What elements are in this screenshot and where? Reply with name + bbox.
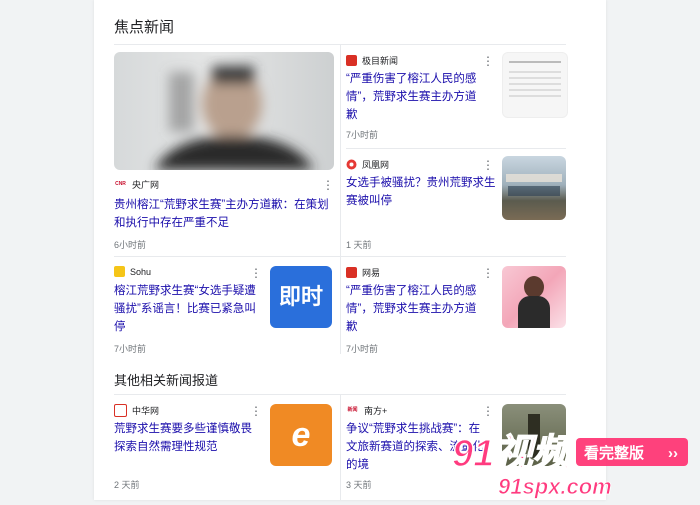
watermark-logo: 91视频 看完整版 ›› 91spx.com	[451, 432, 688, 499]
source-name: 极目新闻	[362, 56, 399, 66]
news-source: 网易	[346, 266, 380, 279]
more-options-icon[interactable]: ⋮	[482, 404, 494, 418]
news-headline[interactable]: “严重伤害了榕江人民的感情”，荒野求生赛主办方道歉	[346, 70, 486, 124]
divider	[346, 148, 566, 149]
news-card[interactable]: CNR 央广网 ⋮ 贵州榕江“荒野求生赛”主办方道歉：在策划和执行中存在严重不足…	[114, 52, 334, 252]
news-card[interactable]: Sohu ⋮ 榕江荒野求生赛“女选手疑遭骚扰”系谣言！比赛已紧急叫停 7小时前 …	[114, 264, 334, 356]
news-source: 中华网	[114, 404, 159, 417]
news-source: 极目新闻	[346, 54, 398, 67]
news-source: 凤凰网	[346, 158, 389, 171]
netease-logo	[346, 267, 357, 278]
news-headline[interactable]: “严重伤害了榕江人民的感情”，荒野求生赛主办方道歉	[346, 282, 486, 336]
source-name: 凤凰网	[362, 160, 390, 170]
watermark-url: 91spx.com	[498, 474, 612, 499]
source-name: 南方+	[364, 406, 388, 416]
more-options-icon[interactable]: ⋮	[250, 404, 262, 418]
event-photo-thumbnail	[502, 156, 566, 220]
more-options-icon[interactable]: ⋮	[482, 54, 494, 68]
cnr-logo: CNR	[114, 179, 127, 190]
news-headline[interactable]: 荒野求生赛要多些谨慎敬畏 探索自然需理性规范	[114, 420, 266, 456]
news-time: 1 天前	[346, 240, 372, 250]
divider	[114, 256, 566, 257]
news-card[interactable]: 凤凰网 ⋮ 女选手被骚扰？贵州荒野求生赛被叫停 1 天前	[346, 156, 576, 252]
ifeng-logo	[346, 159, 357, 170]
news-time: 7小时前	[346, 130, 379, 140]
focus-section-title: 焦点新闻	[114, 19, 175, 36]
site-watermark: 91视频 看完整版 ›› 91spx.com	[450, 420, 690, 500]
news-card[interactable]: 网易 ⋮ “严重伤害了榕江人民的感情”，荒野求生赛主办方道歉 7小时前	[346, 264, 576, 356]
person-photo-thumbnail	[502, 266, 566, 328]
divider	[340, 44, 341, 354]
news-time: 7小时前	[346, 344, 379, 354]
watermark-brand: 91视频	[452, 433, 577, 475]
jimu-logo	[346, 55, 357, 66]
news-thumbnail	[114, 52, 334, 170]
document-thumbnail	[502, 52, 568, 118]
other-section-title: 其他相关新闻报道	[114, 373, 219, 388]
source-name: Sohu	[130, 266, 152, 277]
news-headline[interactable]: 榕江荒野求生赛“女选手疑遭骚扰”系谣言！比赛已紧急叫停	[114, 282, 266, 336]
news-source: CNR 央广网	[114, 178, 159, 191]
news-card[interactable]: 极目新闻 ⋮ “严重伤害了榕江人民的感情”，荒野求生赛主办方道歉 7小时前	[346, 52, 576, 144]
more-options-icon[interactable]: ⋮	[322, 178, 334, 192]
news-headline[interactable]: 贵州榕江“荒野求生赛”主办方道歉：在策划和执行中存在严重不足	[114, 196, 336, 232]
news-time: 2 天前	[114, 480, 140, 490]
watermark-tagline: 看完整版	[584, 444, 644, 462]
nanfang-logo: 新闻	[346, 405, 359, 416]
source-name: 网易	[362, 268, 381, 278]
divider	[340, 394, 341, 500]
arrows-icon: ››	[668, 445, 678, 462]
china-com-logo	[114, 404, 127, 417]
news-time: 7小时前	[114, 344, 147, 354]
sohu-logo	[114, 266, 125, 277]
sohu-thumbnail: 即时	[270, 266, 332, 328]
chinacom-thumbnail: e	[270, 404, 332, 466]
blurred-person-image	[154, 66, 314, 170]
more-options-icon[interactable]: ⋮	[250, 266, 262, 280]
more-options-icon[interactable]: ⋮	[482, 158, 494, 172]
news-source: Sohu	[114, 266, 151, 277]
news-time: 3 天前	[346, 480, 372, 490]
news-source: 新闻 南方+	[346, 404, 387, 417]
news-headline[interactable]: 女选手被骚扰？贵州荒野求生赛被叫停	[346, 174, 496, 210]
source-name: 央广网	[132, 180, 160, 190]
news-time: 6小时前	[114, 240, 147, 250]
source-name: 中华网	[132, 406, 160, 416]
news-card[interactable]: 中华网 ⋮ 荒野求生赛要多些谨慎敬畏 探索自然需理性规范 2 天前 e	[114, 402, 334, 500]
more-options-icon[interactable]: ⋮	[482, 266, 494, 280]
